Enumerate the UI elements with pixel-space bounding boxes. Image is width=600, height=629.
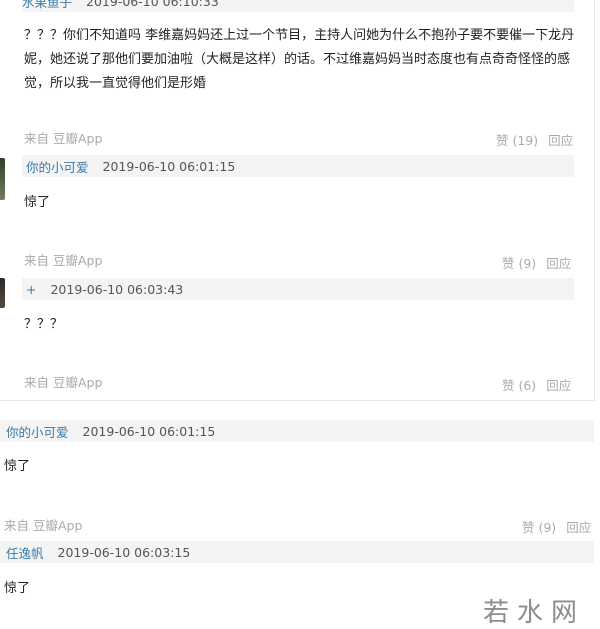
comment-text: ？？？ xyxy=(24,317,64,332)
comment-actions: 赞 (9) 回应 xyxy=(492,253,571,272)
reply-button[interactable]: 回应 xyxy=(546,256,571,271)
comment-actions: 赞 (19) 回应 xyxy=(486,130,573,149)
comment-text: ？？？你们不知道吗 李维嘉妈妈还上过一个节目，主持人问她为什么不抱孙子要不要催一… xyxy=(24,28,575,91)
comment-source: 来自 豆瓣App xyxy=(24,253,103,268)
comment-text: 惊了 xyxy=(24,195,51,210)
comment-timestamp: 2019-06-10 06:03:15 xyxy=(57,544,191,560)
reply-button[interactable]: 回应 xyxy=(566,520,591,535)
comment-source: 来自 豆瓣App xyxy=(24,375,103,390)
like-button[interactable]: 赞 (19) xyxy=(496,133,538,148)
reply-button[interactable]: 回应 xyxy=(546,378,571,393)
comment-prefix: + xyxy=(26,281,37,297)
comment-actions: 赞 (6) 回应 xyxy=(492,375,571,394)
like-button[interactable]: 赞 (9) xyxy=(502,256,536,271)
comment-meta-bar: 你的小可爱 2019-06-10 06:01:15 xyxy=(0,420,594,442)
reply-button[interactable]: 回应 xyxy=(548,133,573,148)
comment-username[interactable]: 你的小可爱 xyxy=(6,422,69,441)
like-button[interactable]: 赞 (6) xyxy=(502,378,536,393)
comment-timestamp: 2019-06-10 06:01:15 xyxy=(82,423,216,439)
comment-source: 来自 豆瓣App xyxy=(24,131,103,146)
comment-text: 惊了 xyxy=(4,459,31,474)
comment-source: 来自 豆瓣App xyxy=(4,518,83,533)
comment-meta-bar: 你的小可爱 2019-06-10 06:01:15 xyxy=(22,155,574,177)
avatar[interactable] xyxy=(0,158,5,200)
comment-text: 惊了 xyxy=(4,581,31,596)
comment-timestamp: 2019-06-10 06:10:33 xyxy=(86,0,219,9)
comment-actions: 赞 (9) 回应 xyxy=(512,517,591,536)
comment-username[interactable]: 水果鱼子 xyxy=(22,0,72,11)
comment-timestamp: 2019-06-10 06:01:15 xyxy=(102,158,236,174)
comment-meta-bar: 任逸帆 2019-06-10 06:03:15 xyxy=(0,541,594,563)
quoted-comment-panel: 水果鱼子 2019-06-10 06:10:33 ？？？你们不知道吗 李维嘉妈妈… xyxy=(0,0,595,401)
like-button[interactable]: 赞 (9) xyxy=(522,520,556,535)
comment-username[interactable]: 任逸帆 xyxy=(6,543,44,562)
avatar[interactable] xyxy=(0,278,5,308)
comment-timestamp: 2019-06-10 06:03:43 xyxy=(50,281,184,297)
site-watermark: 若水网 xyxy=(483,598,586,628)
comment-meta-bar: 水果鱼子 2019-06-10 06:10:33 xyxy=(22,0,574,12)
comment-meta-bar: + 2019-06-10 06:03:43 xyxy=(22,278,574,300)
comment-username[interactable]: 你的小可爱 xyxy=(26,157,89,176)
